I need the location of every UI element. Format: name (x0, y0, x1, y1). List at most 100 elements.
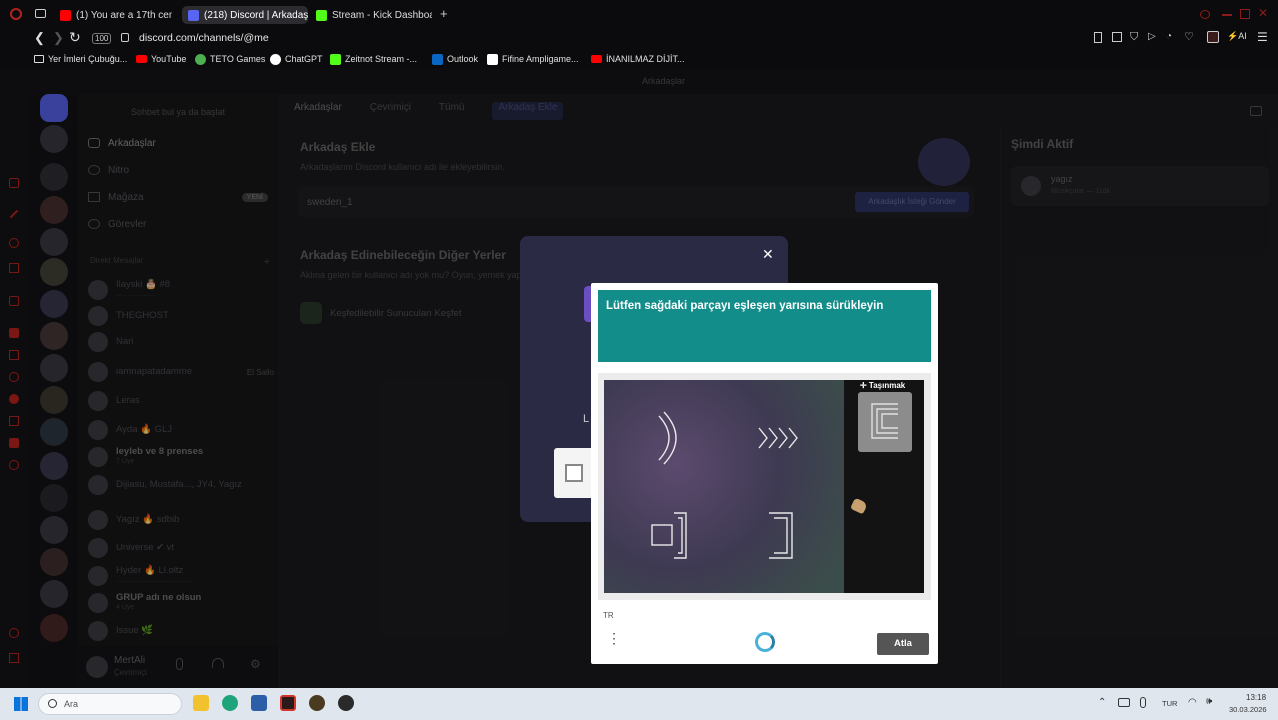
speed-dial-icon[interactable]: ◔ (1166, 31, 1172, 42)
maximize-icon[interactable] (1240, 9, 1250, 19)
bookmark-label: ChatGPT (285, 54, 323, 64)
sidebar-panel-icon[interactable] (9, 394, 19, 404)
bookmark-chatgpt[interactable]: ChatGPT (270, 52, 323, 66)
bookmark-zeitnot[interactable]: Zeitnot Stream -... (330, 52, 417, 66)
address-bar-row: ❮ ❯ ↻ 100 discord.com/channels/@me ⛉ ▷ ◔… (0, 29, 1278, 49)
sidebar-panel-icon[interactable] (9, 178, 19, 188)
captcha-piece-area: ✛ Taşınmak (844, 380, 924, 593)
bookmark-youtube[interactable]: YouTube (136, 52, 186, 66)
url-field[interactable]: discord.com/channels/@me (139, 32, 269, 44)
draggable-piece[interactable] (858, 392, 912, 452)
tab-kick[interactable]: Stream - Kick Dashboard (316, 6, 432, 24)
outlook-icon (432, 53, 443, 65)
new-tab-button[interactable]: + (440, 6, 448, 21)
clock-date[interactable]: 30.03.2026 (1229, 705, 1267, 714)
bookmark-fifine[interactable]: Fifine Ampligame... (487, 52, 579, 66)
sidebar-panel-icon[interactable] (9, 460, 19, 470)
bracket-shape (674, 512, 687, 559)
file-explorer-icon[interactable] (193, 695, 209, 711)
captcha-prompt: Lütfen sağdaki parçayı eşleşen yarısına … (606, 300, 884, 312)
skip-button[interactable]: Atla (877, 633, 929, 655)
heart-icon[interactable]: ♡ (1184, 30, 1194, 43)
captcha-menu-icon[interactable]: ⋮ (607, 631, 621, 645)
zoom-badge[interactable]: 100 (92, 33, 112, 44)
bookmark-folder[interactable]: Yer İmleri Çubuğu... (34, 52, 127, 66)
app-icon[interactable] (309, 695, 325, 711)
window-controls: ✕ (1200, 6, 1270, 20)
sidebar-toggle-icon[interactable] (1207, 31, 1219, 43)
bookmark-outlook[interactable]: Outlook (432, 52, 478, 66)
bookmark-label: YouTube (151, 54, 187, 64)
ai-button[interactable]: ⚡AI (1227, 31, 1247, 42)
taskbar-search[interactable]: Ara (38, 693, 182, 715)
edge-icon[interactable] (222, 695, 238, 711)
captcha-checkbox[interactable] (565, 464, 583, 482)
reload-icon[interactable]: ↻ (69, 29, 81, 46)
browser-sidebar (0, 68, 30, 688)
captcha-shapes (651, 411, 798, 559)
opera-gx-icon[interactable] (280, 695, 296, 711)
wifi-icon[interactable]: ◠ (1188, 697, 1197, 708)
network-icon[interactable] (1118, 698, 1130, 707)
microphone-icon[interactable] (1140, 697, 1146, 708)
bookmark-icon[interactable] (1094, 32, 1102, 43)
tab-discord[interactable]: (218) Discord | Arkadaşlar (182, 6, 308, 24)
sidebar-settings-icon[interactable] (9, 628, 19, 638)
forward-icon[interactable]: ❯ (53, 30, 64, 46)
square-shape (651, 524, 673, 546)
sidebar-panel-icon[interactable] (9, 238, 19, 248)
bookmark-label: Zeitnot Stream -... (345, 54, 418, 64)
captcha-challenge: Lütfen sağdaki parçayı eşleşen yarısına … (591, 283, 938, 664)
minimize-icon[interactable] (1222, 14, 1232, 16)
language-indicator[interactable]: TUR (1162, 699, 1177, 708)
sidebar-panel-icon[interactable] (9, 263, 19, 273)
bookmark-label: Yer İmleri Çubuğu... (48, 54, 128, 64)
widgets-icon[interactable]: ⌃ (1098, 697, 1106, 708)
play-icon[interactable]: ▷ (1148, 31, 1156, 42)
hcaptcha-logo-icon (755, 632, 775, 652)
search-icon (48, 699, 57, 708)
close-icon[interactable]: ✕ (1258, 6, 1268, 20)
windows-start-icon[interactable] (14, 697, 28, 711)
tab-label: (218) Discord | Arkadaşlar (204, 9, 308, 21)
store-icon[interactable] (251, 695, 267, 711)
browser-tab-bar: (1) You are a 17th century (218) Discord… (0, 0, 1278, 29)
shield-icon[interactable]: ⛉ (1130, 31, 1138, 44)
chatgpt-icon (270, 53, 281, 65)
fifine-icon (487, 53, 498, 65)
bookmark-inanilmaz[interactable]: İNANILMAZ DİJİT... (591, 52, 685, 66)
sidebar-panel-icon[interactable] (9, 653, 19, 663)
screenshot-icon[interactable] (1112, 32, 1122, 42)
kick-icon (330, 53, 341, 65)
taskbar: Ara ⌃ TUR ◠ 🕪 13:18 30.03.2026 (0, 688, 1278, 720)
tab-youtube[interactable]: (1) You are a 17th century (60, 6, 172, 24)
workspace-icon[interactable] (35, 9, 46, 18)
sidebar-panel-icon[interactable] (9, 328, 19, 338)
discord-icon (188, 9, 199, 21)
bookmark-label: Fifine Ampligame... (502, 54, 579, 64)
bookmark-label: İNANILMAZ DİJİT... (606, 54, 685, 64)
sidebar-panel-icon[interactable] (9, 296, 19, 306)
minimize-icon[interactable] (1200, 10, 1210, 19)
modal-partial-text: L (583, 413, 590, 425)
volume-icon[interactable]: 🕪 (1206, 696, 1212, 707)
drag-hand-cursor-icon (850, 497, 868, 515)
move-label: ✛ Taşınmak (860, 381, 906, 390)
app-icon[interactable] (338, 695, 354, 711)
sidebar-panel-icon[interactable] (9, 209, 19, 219)
captcha-image[interactable] (604, 380, 844, 593)
search-placeholder: Ara (64, 699, 79, 709)
browser-logo-icon[interactable] (10, 8, 22, 20)
bookmark-teto[interactable]: TETO Games (195, 52, 265, 66)
menu-icon[interactable]: ☰ (1257, 30, 1268, 44)
bracket-shape (769, 512, 793, 559)
sidebar-panel-icon[interactable] (9, 350, 19, 360)
modal-close-button[interactable]: ✕ (762, 246, 774, 263)
sidebar-panel-icon[interactable] (9, 372, 19, 382)
arc-shape (658, 415, 670, 461)
sidebar-panel-icon[interactable] (9, 438, 19, 448)
sidebar-panel-icon[interactable] (9, 416, 19, 426)
captcha-language[interactable]: TR (603, 611, 614, 620)
back-icon[interactable]: ❮ (34, 30, 45, 46)
clock-time[interactable]: 13:18 (1246, 693, 1266, 702)
